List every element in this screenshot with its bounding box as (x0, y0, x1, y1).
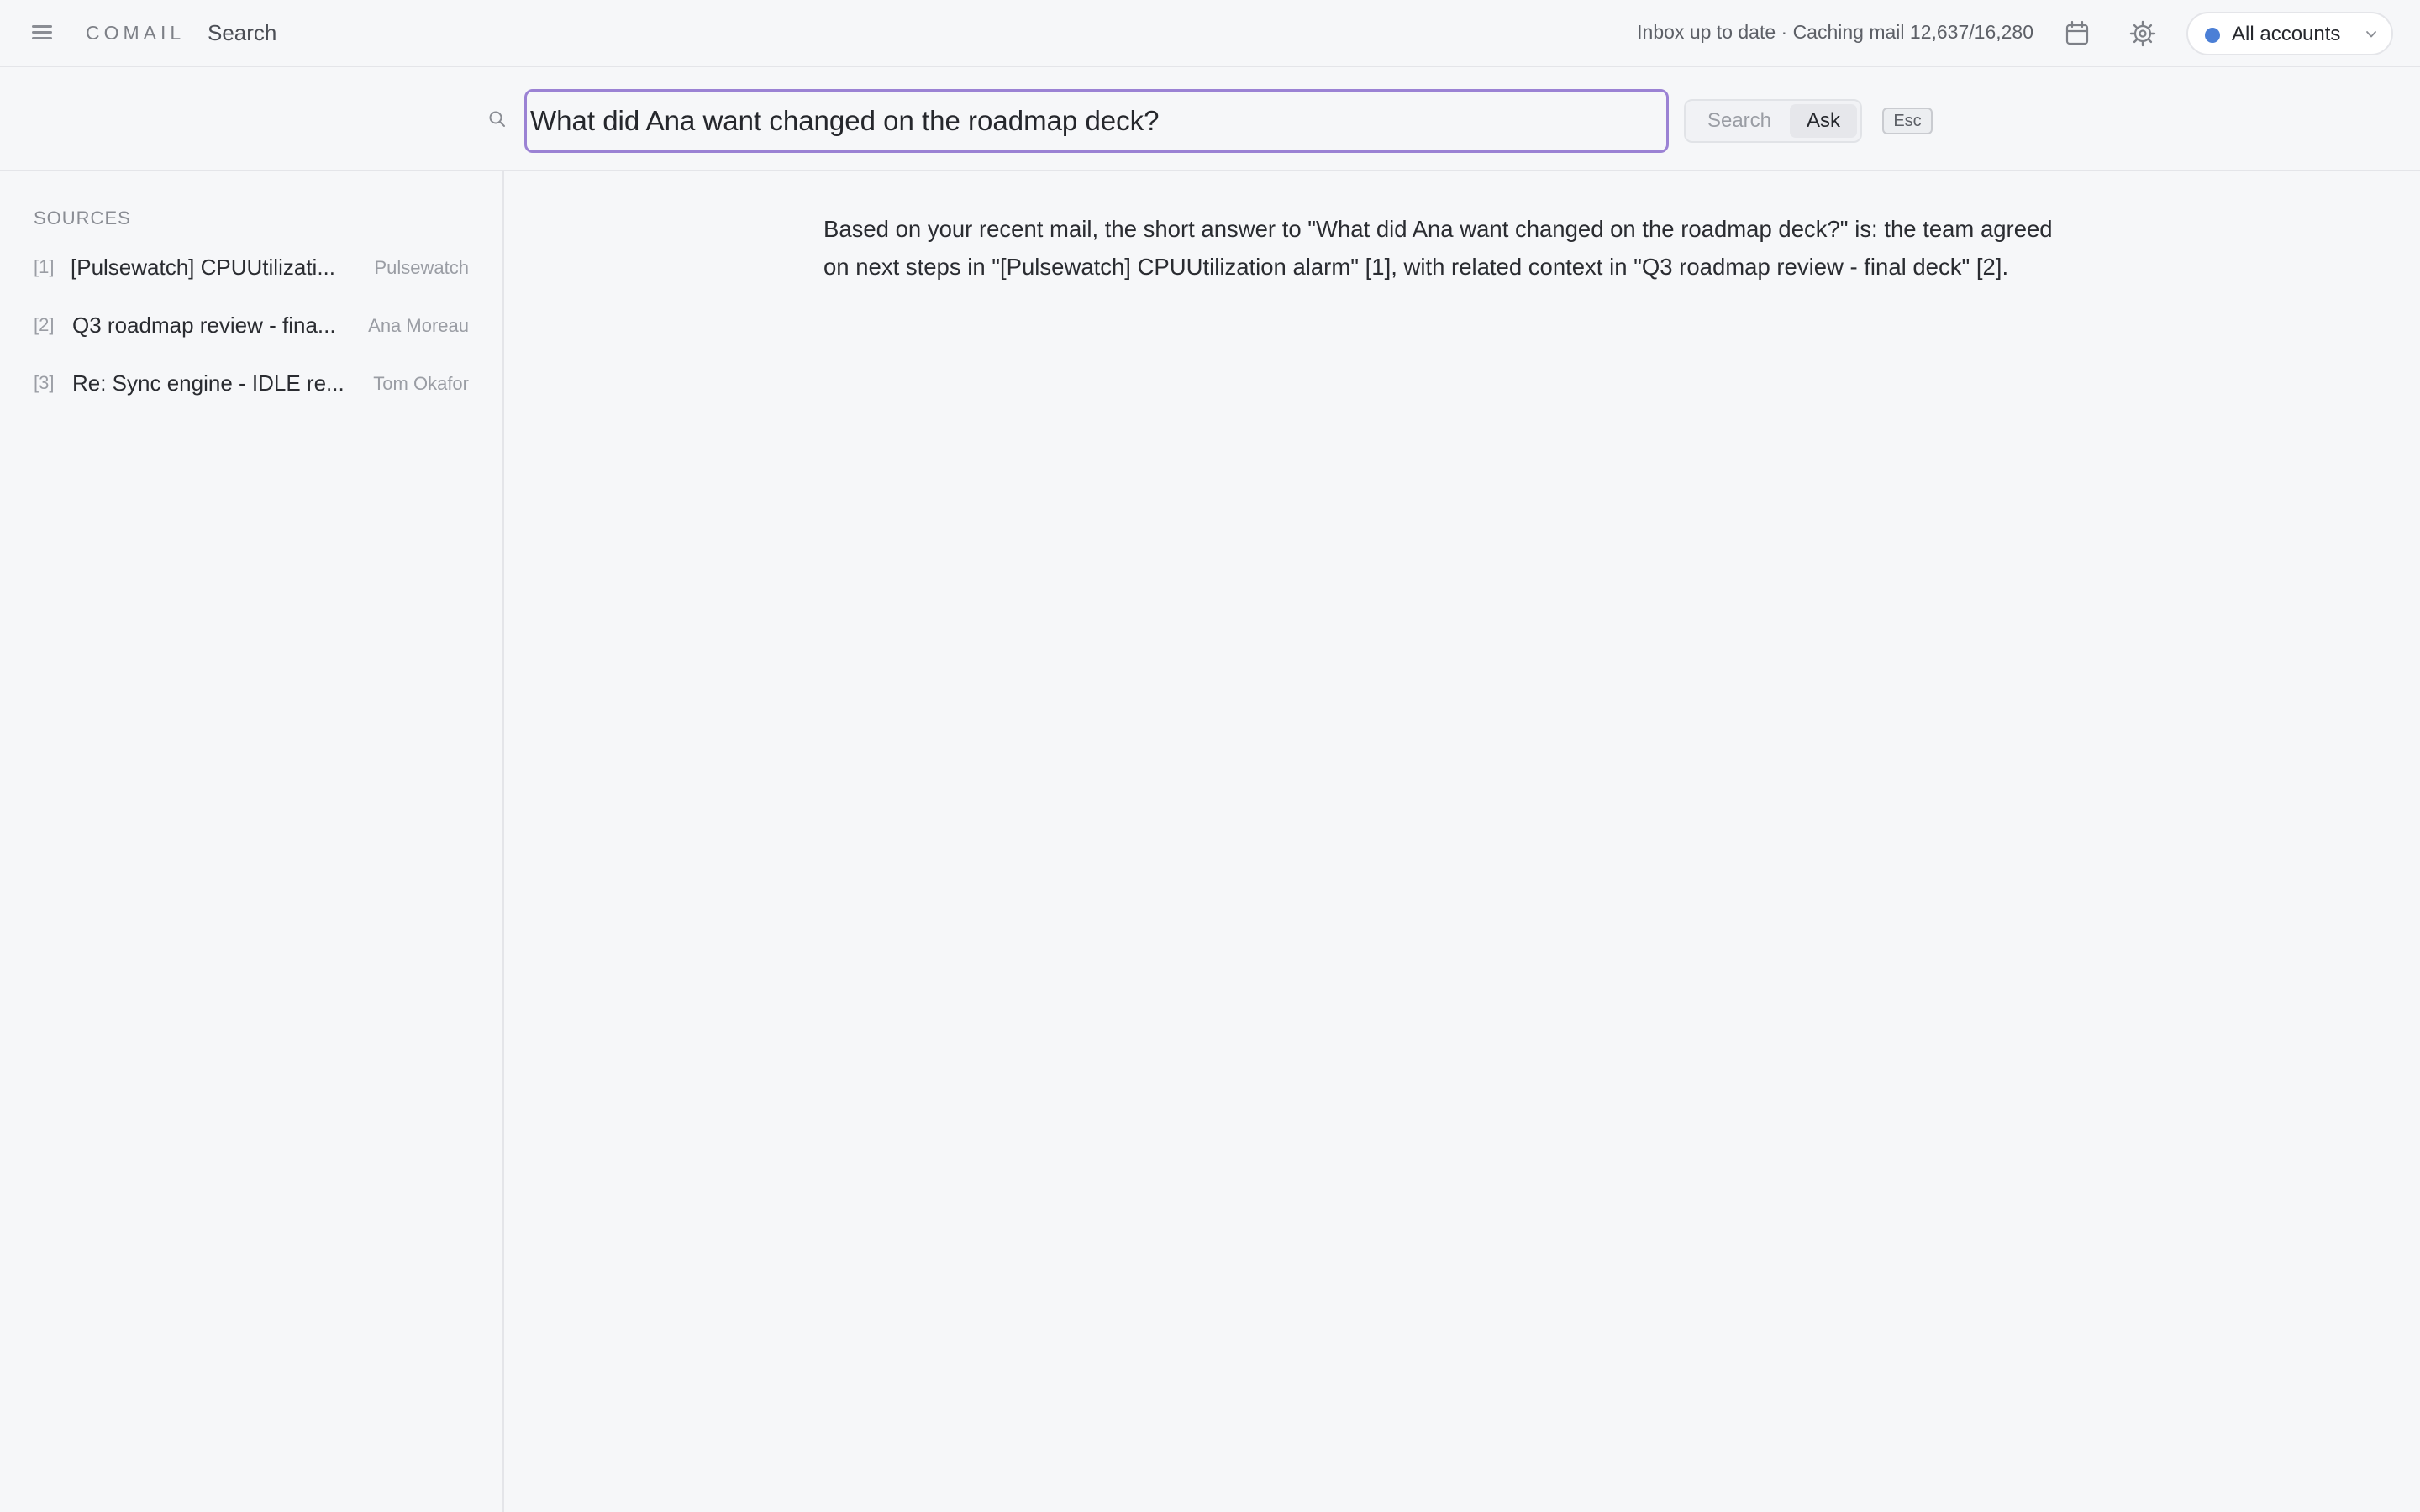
source-sender: Pulsewatch (374, 257, 469, 278)
menu-icon[interactable] (29, 20, 57, 45)
top-bar: COMAIL Search Inbox up to date · Caching… (0, 0, 2420, 67)
sources-heading: SOURCES (34, 207, 131, 228)
chevron-down-icon (2365, 28, 2378, 41)
account-status-dot (2205, 28, 2220, 43)
account-switcher[interactable]: All accounts (2186, 12, 2393, 55)
source-number: [2] (34, 314, 55, 335)
source-item-1[interactable]: [1] [Pulsewatch] CPUUtilizati... Pulsewa… (0, 242, 502, 292)
search-row: Search Ask Esc (0, 67, 2420, 171)
source-number: [1] (34, 256, 55, 277)
gear-icon[interactable] (2126, 17, 2160, 50)
search-input[interactable] (524, 89, 1669, 153)
sources-sidebar: SOURCES [1] [Pulsewatch] CPUUtilizati...… (0, 171, 504, 1512)
source-sender: Tom Okafor (373, 373, 469, 394)
search-icon (487, 109, 508, 129)
app-logo: COMAIL (86, 22, 186, 44)
esc-button[interactable]: Esc (1882, 108, 1933, 134)
mode-toggle: Search Ask (1684, 99, 1862, 143)
source-item-2[interactable]: [2] Q3 roadmap review - fina... Ana More… (0, 300, 502, 350)
calendar-icon[interactable] (2060, 17, 2094, 50)
source-title: Re: Sync engine - IDLE re... (72, 370, 345, 396)
account-label: All accounts (2232, 23, 2341, 45)
answer-text: Based on your recent mail, the short ans… (823, 216, 2053, 280)
mode-search-tab[interactable]: Search (1689, 104, 1790, 138)
source-title: Q3 roadmap review - fina... (72, 312, 336, 338)
source-item-3[interactable]: [3] Re: Sync engine - IDLE re... Tom Oka… (0, 358, 502, 408)
page-title: Search (208, 20, 277, 45)
source-title: [Pulsewatch] CPUUtilizati... (71, 255, 335, 280)
mode-ask-tab[interactable]: Ask (1790, 104, 1857, 138)
sync-status: Inbox up to date · Caching mail 12,637/1… (1637, 21, 2033, 43)
source-sender: Ana Moreau (368, 315, 469, 336)
source-number: [3] (34, 372, 55, 393)
